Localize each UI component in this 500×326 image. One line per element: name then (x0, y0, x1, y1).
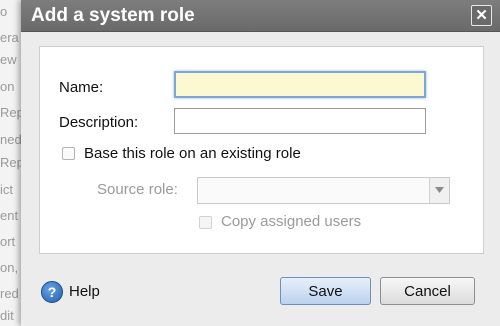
close-icon: ✕ (475, 7, 488, 24)
background-text: on, (0, 260, 19, 275)
add-system-role-dialog: Add a system role ✕ Name: Description: B… (21, 0, 500, 326)
background-text: ort (0, 234, 16, 249)
background-text: ned (0, 132, 22, 147)
background-text: ent (0, 208, 19, 223)
dialog-titlebar: Add a system role ✕ (21, 0, 500, 32)
background-text: o (0, 4, 8, 19)
source-role-label: Source role: (97, 181, 178, 198)
dropdown-arrow[interactable] (429, 178, 449, 203)
help-icon[interactable]: ? (41, 281, 63, 303)
background-text: dit (0, 308, 14, 323)
background-text: era (0, 30, 19, 45)
form-panel: Name: Description: Base this role on an … (39, 46, 484, 254)
background-text: red (0, 286, 19, 301)
base-role-checkbox[interactable] (62, 147, 75, 160)
name-input[interactable] (174, 71, 426, 98)
background-text: ew (0, 52, 17, 67)
description-input[interactable] (174, 108, 426, 134)
description-label: Description: (59, 114, 139, 131)
name-label: Name: (59, 79, 104, 96)
base-role-checkbox-label[interactable]: Base this role on an existing role (84, 145, 301, 162)
source-role-select[interactable] (197, 177, 450, 204)
close-button[interactable]: ✕ (471, 5, 492, 26)
help-link[interactable]: Help (69, 283, 100, 300)
dialog-title: Add a system role (31, 5, 195, 26)
copy-users-label[interactable]: Copy assigned users (221, 213, 361, 230)
cancel-button[interactable]: Cancel (380, 277, 475, 305)
background-text: ict (0, 182, 13, 197)
save-button[interactable]: Save (280, 277, 371, 305)
chevron-down-icon (435, 187, 444, 193)
copy-users-checkbox[interactable] (199, 216, 212, 229)
background-text: on (0, 79, 15, 94)
